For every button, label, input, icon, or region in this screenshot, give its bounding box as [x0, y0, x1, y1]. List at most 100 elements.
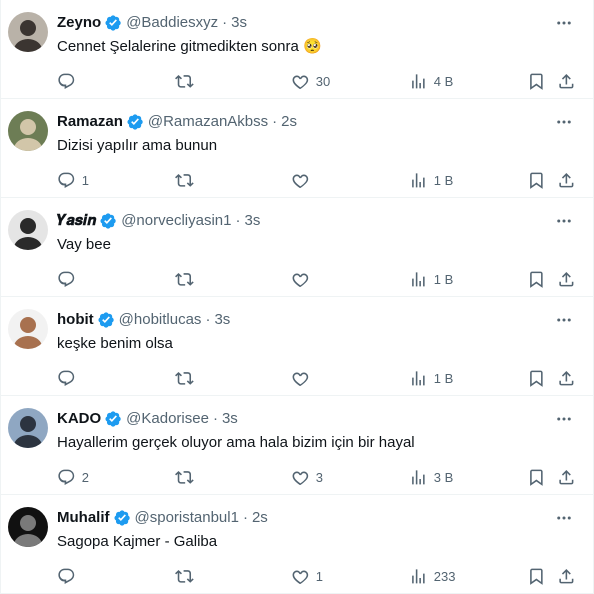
avatar[interactable]	[8, 408, 48, 448]
bookmark-button[interactable]	[527, 71, 546, 91]
tweet[interactable]: 𝒀𝒂𝒔𝒊𝒏 @norvecliyasin1 · 3s Vay bee 1 B	[1, 198, 593, 297]
reply-icon	[58, 172, 75, 188]
timestamp[interactable]: 3s	[222, 409, 238, 429]
heart-icon	[292, 174, 309, 188]
reply-icon	[58, 469, 75, 485]
tweet[interactable]: Ramazan @RamazanAkbss · 2s Dizisi yapılı…	[1, 99, 593, 198]
bookmark-icon	[530, 469, 543, 486]
reply-button[interactable]	[57, 71, 82, 91]
tweet[interactable]: Zeyno @Baddiesxyz · 3s Cennet Şelalerine…	[1, 0, 593, 99]
views-button[interactable]: 1 B	[409, 368, 453, 388]
share-button[interactable]	[557, 566, 576, 586]
share-button[interactable]	[557, 269, 576, 289]
reply-button[interactable]	[57, 368, 82, 388]
share-button[interactable]	[557, 467, 576, 487]
reply-button[interactable]	[57, 566, 82, 586]
avatar[interactable]	[8, 210, 48, 250]
bookmark-icon	[530, 271, 543, 288]
more-dots-icon[interactable]	[555, 212, 573, 230]
separator-dot: ·	[205, 311, 211, 328]
timestamp[interactable]: 3s	[244, 211, 260, 231]
avatar[interactable]	[8, 12, 48, 52]
share-button[interactable]	[557, 71, 576, 91]
display-name[interactable]: Zeyno	[57, 13, 101, 33]
display-name[interactable]: hobit	[57, 310, 94, 330]
more-dots-icon[interactable]	[555, 410, 573, 428]
user-handle[interactable]: @RamazanAkbss	[148, 112, 268, 132]
user-handle[interactable]: @Kadorisee	[126, 409, 209, 429]
views-button[interactable]: 1 B	[409, 269, 453, 289]
share-button[interactable]	[557, 170, 576, 190]
retweet-button[interactable]	[175, 467, 200, 487]
more-dots-icon[interactable]	[555, 14, 573, 32]
display-name[interactable]: 𝒀𝒂𝒔𝒊𝒏	[57, 211, 96, 231]
tweet-feed: Zeyno @Baddiesxyz · 3s Cennet Şelalerine…	[0, 0, 594, 594]
display-name[interactable]: Ramazan	[57, 112, 123, 132]
heart-icon	[292, 570, 309, 584]
user-handle[interactable]: @sporistanbul1	[135, 508, 239, 528]
separator-dot: ·	[212, 410, 218, 427]
views-button[interactable]: 3 B	[409, 467, 453, 487]
like-button[interactable]	[291, 368, 316, 388]
timestamp[interactable]: 3s	[214, 310, 230, 330]
more-dots-icon[interactable]	[555, 509, 573, 527]
person-photo-icon	[8, 12, 48, 52]
retweet-button[interactable]	[175, 269, 200, 289]
avatar[interactable]	[8, 309, 48, 349]
more-dots-icon[interactable]	[555, 113, 573, 131]
like-button[interactable]	[291, 170, 316, 190]
reply-icon	[58, 370, 75, 386]
share-button[interactable]	[557, 368, 576, 388]
user-handle[interactable]: @hobitlucas	[119, 310, 202, 330]
user-handle[interactable]: @norvecliyasin1	[121, 211, 231, 231]
bookmark-icon	[530, 172, 543, 189]
views-chart-icon	[412, 469, 425, 485]
views-button[interactable]: 4 B	[409, 71, 453, 91]
bookmark-button[interactable]	[527, 368, 546, 388]
retweet-icon	[175, 173, 194, 187]
heart-icon	[292, 273, 309, 287]
retweet-icon	[175, 371, 194, 385]
tweet[interactable]: hobit @hobitlucas · 3s keşke benim olsa	[1, 297, 593, 396]
verified-badge-icon	[113, 510, 130, 526]
more-dots-icon[interactable]	[555, 311, 573, 329]
share-icon	[559, 271, 574, 287]
views-count: 233	[433, 568, 456, 584]
bookmark-button[interactable]	[527, 170, 546, 190]
tweet[interactable]: Muhalif @sporistanbul1 · 2s Sagopa Kajme…	[1, 495, 593, 594]
like-button[interactable]: 1	[291, 566, 323, 586]
reply-count: 1	[81, 172, 89, 188]
reply-button[interactable]	[57, 269, 82, 289]
like-button[interactable]	[291, 269, 316, 289]
heart-icon	[292, 75, 309, 89]
like-button[interactable]: 30	[291, 71, 330, 91]
timestamp[interactable]: 3s	[231, 13, 247, 33]
timestamp[interactable]: 2s	[252, 508, 268, 528]
bookmark-button[interactable]	[527, 467, 546, 487]
bookmark-button[interactable]	[527, 269, 546, 289]
timestamp[interactable]: 2s	[281, 112, 297, 132]
views-button[interactable]: 1 B	[409, 170, 453, 190]
display-name[interactable]: KADO	[57, 409, 101, 429]
tweet-actions: 1 B	[57, 269, 581, 289]
bookmark-icon	[530, 370, 543, 387]
like-button[interactable]: 3	[291, 467, 323, 487]
bookmark-button[interactable]	[527, 566, 546, 586]
views-chart-icon	[412, 271, 425, 287]
avatar[interactable]	[8, 111, 48, 151]
tweet[interactable]: KADO @Kadorisee · 3s Hayallerim gerçek o…	[1, 396, 593, 495]
user-handle[interactable]: @Baddiesxyz	[126, 13, 218, 33]
retweet-button[interactable]	[175, 71, 200, 91]
retweet-button[interactable]	[175, 368, 200, 388]
retweet-button[interactable]	[175, 170, 200, 190]
views-chart-icon	[412, 568, 425, 584]
share-icon	[559, 370, 574, 386]
avatar[interactable]	[8, 507, 48, 547]
display-name[interactable]: Muhalif	[57, 508, 110, 528]
tweet-text: Hayallerim gerçek oluyor ama hala bizim …	[57, 434, 415, 451]
retweet-button[interactable]	[175, 566, 200, 586]
views-button[interactable]: 233	[409, 566, 455, 586]
reply-button[interactable]: 1	[57, 170, 89, 190]
reply-button[interactable]: 2	[57, 467, 89, 487]
verified-badge-icon	[98, 312, 114, 328]
